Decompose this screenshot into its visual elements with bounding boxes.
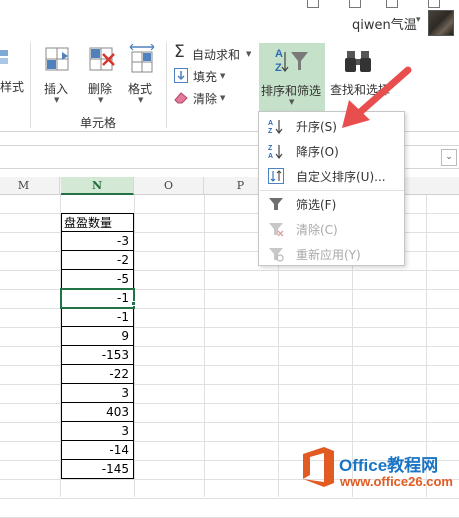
delete-label: 删除 — [88, 82, 113, 96]
annotation-arrow-icon — [342, 66, 412, 128]
menu-item-label: 自定义排序(U)... — [296, 170, 386, 184]
table-cell[interactable]: -145 — [61, 460, 134, 479]
sigma-icon: Σ — [174, 42, 185, 62]
table-cell[interactable]: -1 — [61, 308, 134, 327]
table-cell[interactable]: 403 — [61, 403, 134, 422]
table-cell[interactable]: -5 — [61, 270, 134, 289]
chevron-down-icon: ▼ — [220, 94, 226, 102]
sort-filter-menu: A Z 升序(S) Z A 降序(O) 自定义排序(U)... 筛选(F) 清除… — [258, 111, 405, 266]
svg-text:Z: Z — [275, 62, 282, 74]
svg-text:A: A — [268, 153, 273, 159]
clear-filter-icon — [269, 223, 284, 237]
insert-button[interactable]: 插入 ▼ — [38, 42, 78, 108]
menu-item-label: 清除(C) — [296, 223, 338, 237]
chevron-down-icon: ▼ — [54, 96, 60, 104]
watermark-url: www.office26.com — [340, 474, 453, 489]
fill-handle[interactable] — [131, 301, 136, 306]
fill-down-icon — [174, 68, 188, 83]
ribbon-options-button[interactable] — [349, 0, 361, 8]
autosum-label: 自动求和 — [192, 48, 241, 62]
fill-label: 填充 — [193, 70, 218, 84]
styles-icon — [0, 50, 8, 64]
sort-filter-icon: A Z — [275, 48, 308, 74]
clear-label: 清除 — [193, 92, 218, 106]
menu-item-label: 重新应用(Y) — [296, 248, 361, 262]
eraser-icon — [174, 92, 188, 104]
column-header-o[interactable]: O — [134, 177, 204, 195]
menu-separator — [260, 190, 404, 191]
insert-cells-icon — [45, 47, 69, 71]
user-name[interactable]: qiwen气温 — [352, 14, 417, 33]
format-cells-icon — [129, 44, 155, 73]
group-separator — [30, 42, 31, 128]
table-cell[interactable]: -2 — [61, 251, 134, 270]
chevron-down-icon[interactable]: ⌄ — [441, 149, 457, 166]
chevron-down-icon: ▼ — [220, 72, 226, 80]
title-bar: qiwen气温 ▾ — [0, 0, 459, 42]
insert-label: 插入 — [44, 82, 69, 96]
menu-item-clear-filter[interactable]: 清除(C) — [260, 217, 404, 241]
menu-item-custom-sort[interactable]: 自定义排序(U)... — [260, 164, 404, 188]
avatar[interactable] — [428, 10, 454, 36]
minimize-button[interactable] — [307, 0, 319, 8]
table-cell[interactable]: 3 — [61, 384, 134, 403]
chevron-down-icon: ▼ — [98, 96, 104, 104]
sort-descending-icon: Z A — [268, 145, 283, 159]
table-cell[interactable]: -22 — [61, 365, 134, 384]
menu-item-sort-descending[interactable]: Z A 降序(O) — [260, 139, 404, 163]
autosum-button[interactable]: Σ 自动求和 ▼ — [172, 42, 258, 64]
cells-group-label: 单元格 — [80, 116, 117, 130]
active-cell[interactable]: -1 — [60, 288, 135, 309]
styles-button[interactable]: 样式 — [0, 42, 28, 110]
sort-ascending-icon: A Z — [268, 120, 283, 134]
delete-button[interactable]: 删除 ▼ — [82, 42, 122, 108]
filter-icon — [269, 198, 283, 210]
restore-button[interactable] — [386, 0, 398, 8]
svg-text:A: A — [268, 120, 273, 127]
reapply-filter-icon — [269, 248, 284, 262]
custom-sort-icon — [268, 168, 284, 184]
styles-label: 样式 — [0, 80, 25, 94]
menu-item-reapply[interactable]: 重新应用(Y) — [260, 242, 404, 266]
menu-item-filter[interactable]: 筛选(F) — [260, 192, 404, 216]
table-cell[interactable]: -14 — [61, 441, 134, 460]
watermark-brand: Office教程网 — [339, 456, 439, 475]
clear-button[interactable]: 清除 ▼ — [172, 88, 258, 108]
table-cell[interactable]: 9 — [61, 327, 134, 346]
svg-text:Z: Z — [268, 145, 273, 152]
chevron-down-icon: ▼ — [138, 96, 144, 104]
delete-cells-icon — [89, 47, 115, 71]
svg-text:Z: Z — [268, 128, 273, 134]
column-header-n[interactable]: N — [61, 177, 134, 195]
sort-filter-label: 排序和筛选 — [261, 84, 322, 98]
fill-button[interactable]: 填充 ▼ — [172, 66, 258, 86]
table-header-cell[interactable]: 盘盈数量 — [61, 213, 134, 232]
office-logo-icon — [303, 447, 334, 487]
close-button[interactable] — [428, 0, 440, 8]
menu-item-label: 降序(O) — [296, 145, 339, 159]
format-button[interactable]: 格式 ▼ — [124, 42, 162, 108]
svg-text:A: A — [275, 48, 283, 60]
sort-filter-button[interactable]: A Z 排序和筛选 ▼ — [259, 43, 325, 113]
group-separator — [166, 42, 167, 128]
chevron-down-icon[interactable]: ▾ — [416, 15, 421, 25]
watermark: Office教程网 www.office26.com — [296, 440, 459, 497]
menu-item-label: 筛选(F) — [296, 198, 337, 212]
menu-item-label: 升序(S) — [296, 120, 337, 134]
table-cell[interactable]: -3 — [61, 232, 134, 251]
table-cell[interactable]: 3 — [61, 422, 134, 441]
table-cell[interactable]: -153 — [61, 346, 134, 365]
column-header-m[interactable]: M — [0, 177, 60, 195]
chevron-down-icon: ▼ — [246, 50, 252, 58]
chevron-down-icon: ▼ — [289, 98, 295, 106]
format-label: 格式 — [128, 82, 153, 96]
gridline — [0, 498, 459, 499]
